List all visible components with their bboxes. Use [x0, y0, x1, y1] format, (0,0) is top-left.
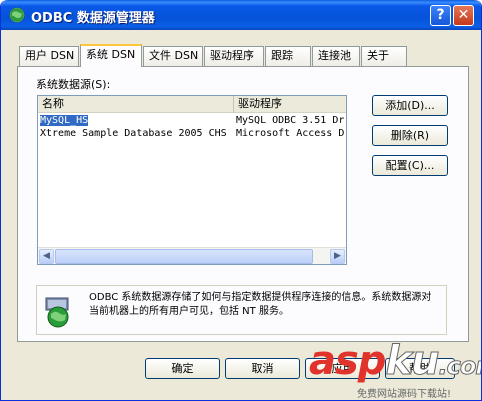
cancel-button[interactable]: 取消	[225, 358, 300, 379]
info-description: ODBC 系统数据源存储了如何与指定数据提供程序连接的信息。系统数据源对当前机器…	[89, 292, 432, 317]
add-button[interactable]: 添加(D)...	[372, 95, 448, 116]
list-item-driver: Microsoft Access D	[236, 128, 345, 139]
tab-about[interactable]: 关于	[361, 46, 407, 66]
tab-drivers[interactable]: 驱动程序	[204, 46, 264, 66]
ok-button[interactable]: 确定	[145, 358, 220, 379]
tab-tracing[interactable]: 跟踪	[265, 46, 311, 66]
list-item-name: Xtreme Sample Database 2005 CHS	[40, 128, 227, 139]
list-item-driver: MySQL ODBC 3.51 Dr	[236, 115, 345, 126]
title-bar[interactable]: ODBC 数据源管理器 ? ✕	[1, 0, 481, 30]
list-item-name: MySQL_HS	[38, 114, 90, 127]
window-title: ODBC 数据源管理器	[31, 11, 155, 26]
watermark-subtitle: 免费网站源码下载站!	[357, 389, 452, 400]
scroll-left-icon[interactable]: ◀	[39, 249, 54, 264]
tab-user-dsn[interactable]: 用户 DSN	[19, 46, 79, 66]
odbc-server-globe-icon	[45, 297, 69, 328]
tab-file-dsn[interactable]: 文件 DSN	[143, 46, 203, 66]
column-name[interactable]: 名称	[38, 96, 234, 113]
watermark-brand-b: ku	[385, 338, 440, 385]
list-header: 名称 驱动程序	[38, 96, 346, 113]
list-item[interactable]: Xtreme Sample Database 2005 CHS Microsof…	[38, 127, 346, 140]
help-title-button[interactable]: ?	[430, 5, 451, 26]
watermark-logo: aspku.com 免费网站源码下载站!	[309, 338, 481, 401]
horizontal-scrollbar[interactable]: ◀ ▶	[38, 247, 346, 264]
info-box: ODBC 系统数据源存储了如何与指定数据提供程序连接的信息。系统数据源对当前机器…	[36, 285, 447, 335]
list-item[interactable]: MySQL_HS MySQL ODBC 3.51 Dr	[38, 114, 346, 127]
watermark-brand-a: asp	[309, 338, 386, 384]
tab-system-dsn[interactable]: 系统 DSN	[80, 44, 142, 67]
data-source-list[interactable]: 名称 驱动程序 MySQL_HS MySQL ODBC 3.51 Dr Xtre…	[37, 95, 347, 265]
odbc-globe-icon	[9, 7, 25, 23]
column-driver[interactable]: 驱动程序	[234, 96, 346, 113]
scroll-right-icon[interactable]: ▶	[330, 249, 345, 264]
odbc-window: ODBC 数据源管理器 ? ✕ 用户 DSN 系统 DSN 文件 DSN 驱动程…	[0, 0, 482, 401]
watermark-brand-c: .com	[438, 352, 481, 381]
system-data-sources-label: 系统数据源(S):	[36, 78, 111, 91]
tab-connection-pooling[interactable]: 连接池	[312, 46, 360, 66]
scroll-thumb[interactable]	[55, 249, 313, 264]
remove-button[interactable]: 删除(R)	[372, 125, 448, 146]
configure-button[interactable]: 配置(C)...	[372, 155, 448, 176]
close-button[interactable]: ✕	[453, 5, 474, 26]
